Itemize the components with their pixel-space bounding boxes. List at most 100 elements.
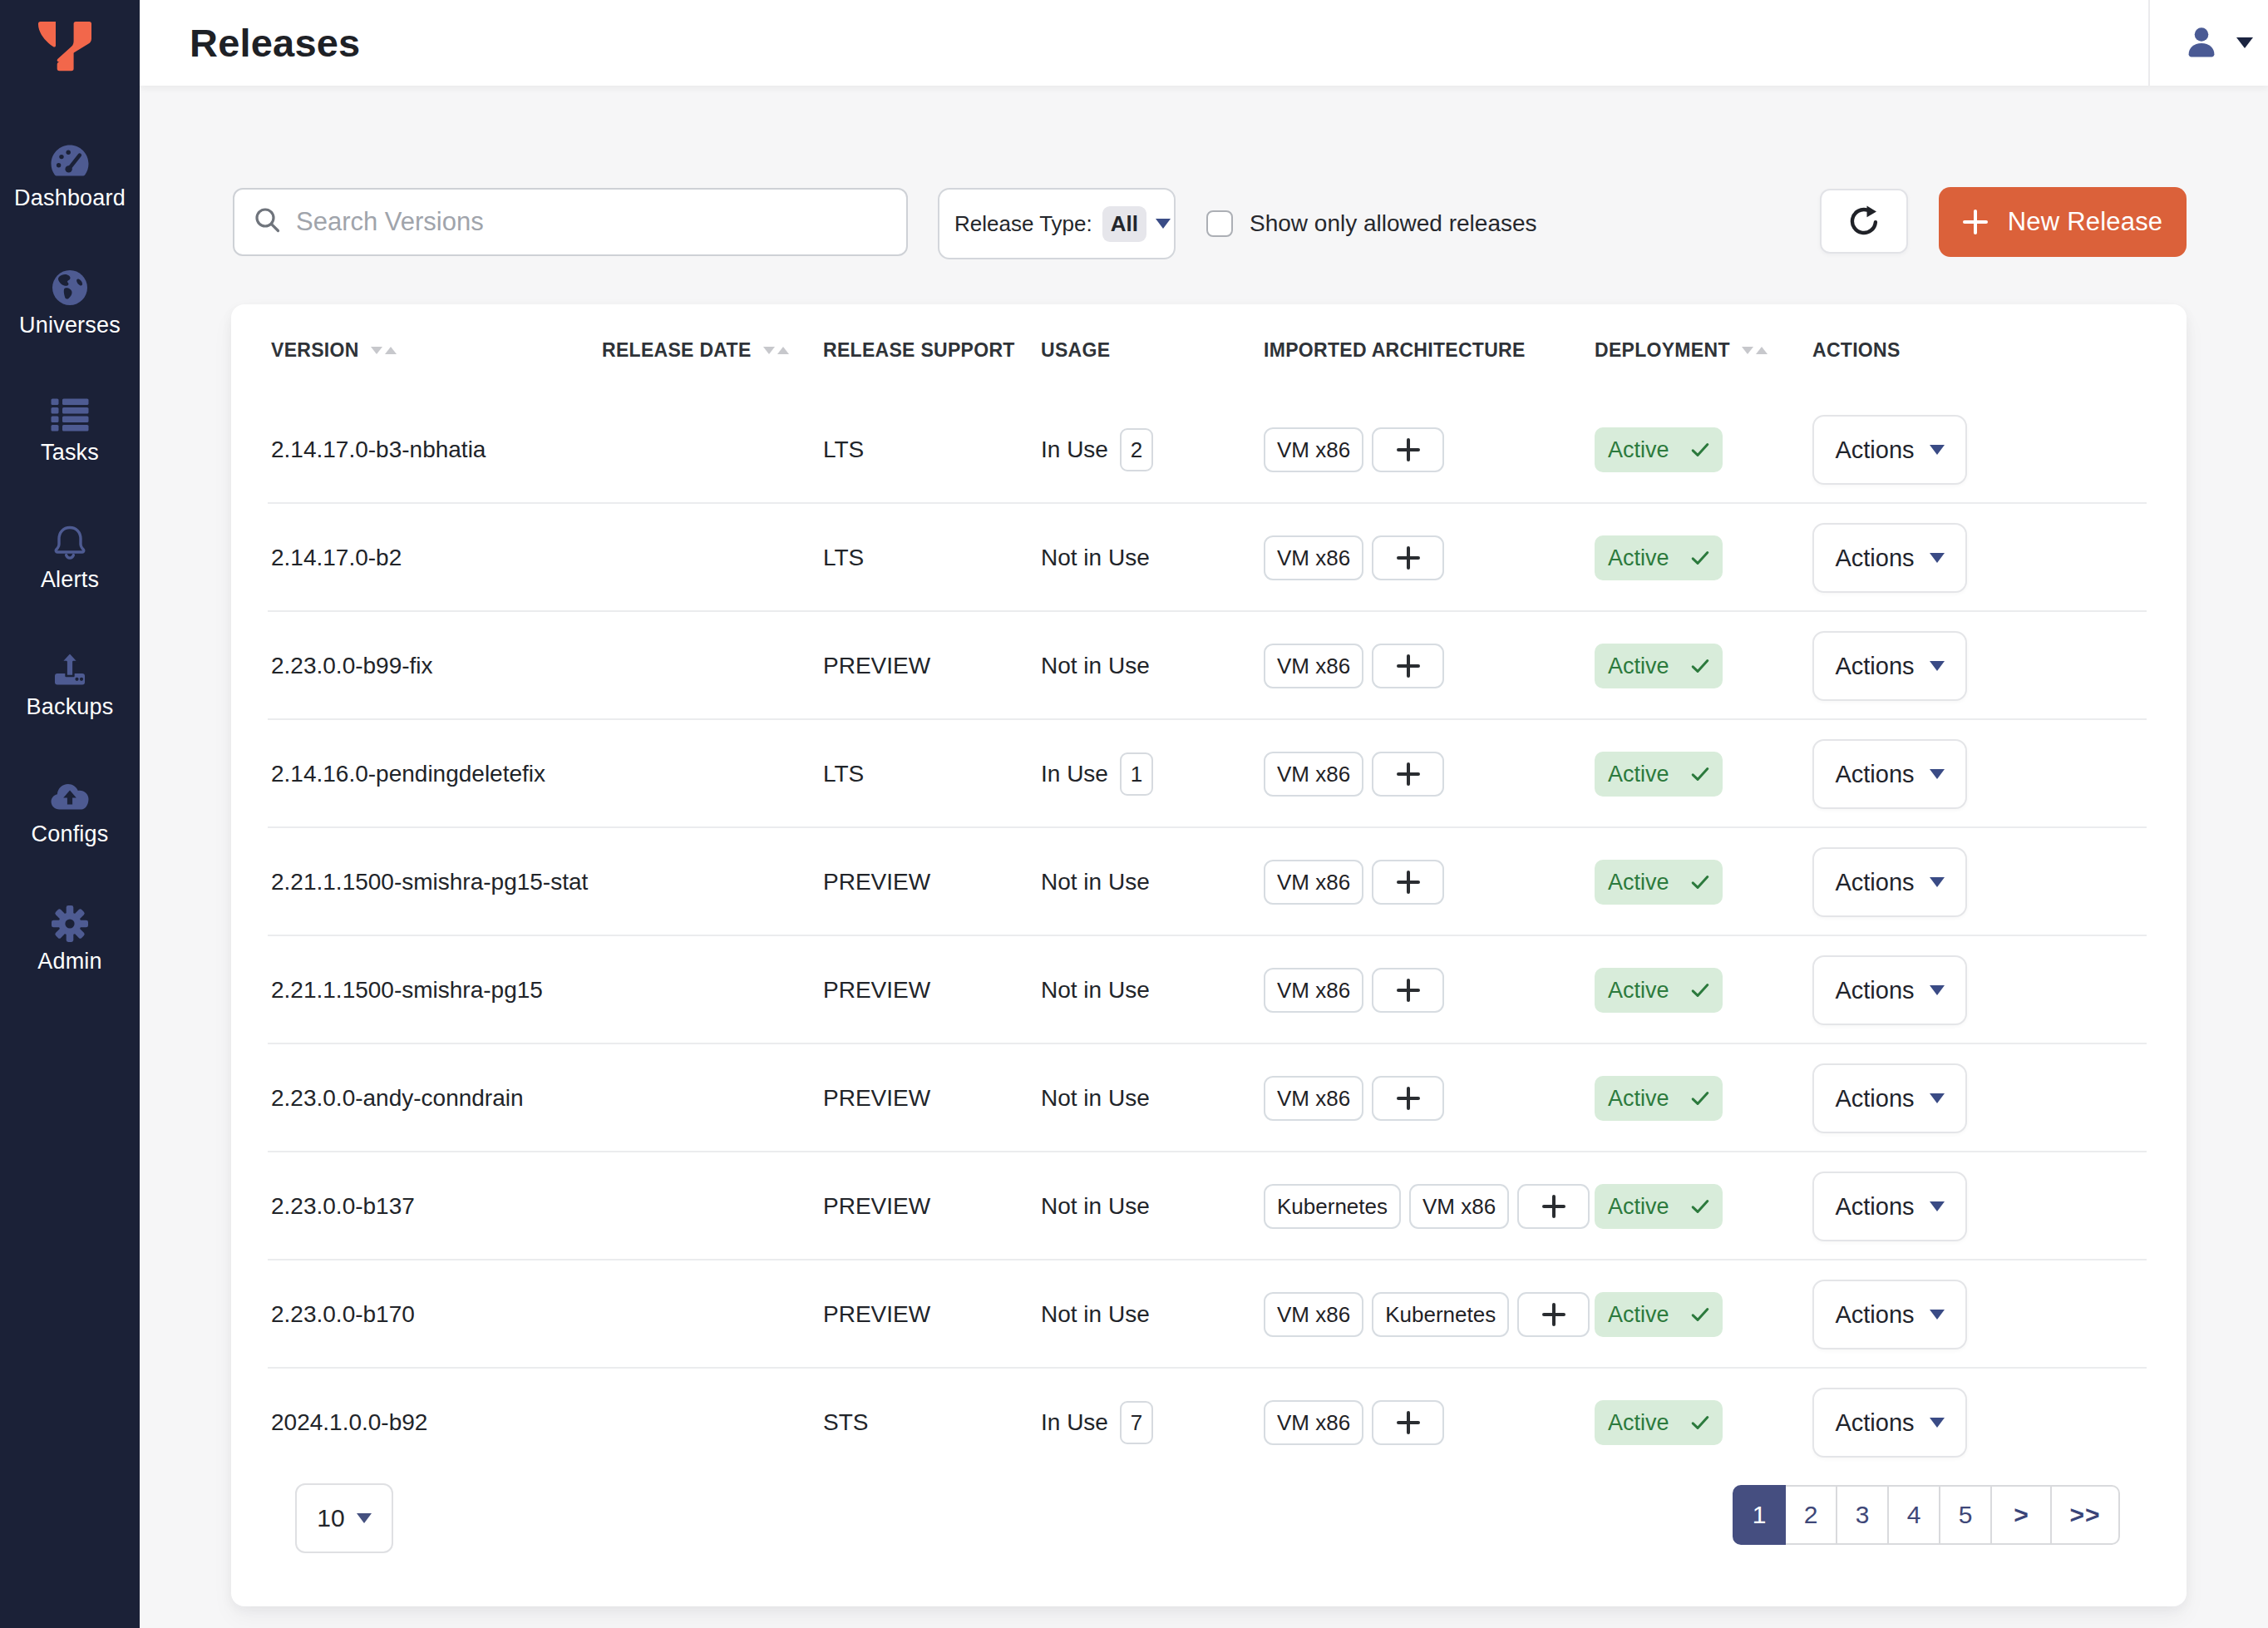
usage-cell: Not in Use (1041, 869, 1264, 895)
usage-label: Not in Use (1041, 1301, 1150, 1328)
release-support-cell: PREVIEW (823, 977, 930, 1003)
column-header-deployment[interactable]: DEPLOYMENT (1595, 339, 1812, 362)
add-architecture-button[interactable] (1372, 752, 1444, 797)
sidebar-item-dashboard[interactable]: Dashboard (0, 112, 140, 239)
deployment-status-badge: Active (1595, 1292, 1723, 1337)
admin-gear-icon (50, 904, 90, 944)
usage-label: Not in Use (1041, 977, 1150, 1004)
sidebar-item-admin[interactable]: Admin (0, 876, 140, 1003)
deployment-status-badge: Active (1595, 860, 1723, 905)
sidebar-item-tasks[interactable]: Tasks (0, 367, 140, 494)
column-header-release-date[interactable]: RELEASE DATE (602, 339, 823, 362)
pagination-page-4[interactable]: 4 (1887, 1485, 1940, 1545)
usage-count-badge[interactable]: 1 (1120, 752, 1153, 796)
actions-caret-icon (1930, 985, 1945, 995)
sort-icons[interactable] (763, 347, 789, 354)
table-row: 2.14.17.0-b3-nbhatiaLTSIn Use2VM x86Acti… (231, 396, 2187, 504)
actions-dropdown-button[interactable]: Actions (1812, 1172, 1967, 1241)
architecture-chip[interactable]: VM x86 (1264, 535, 1363, 580)
actions-caret-icon (1930, 877, 1945, 887)
add-architecture-button[interactable] (1372, 1076, 1444, 1121)
sidebar-item-configs[interactable]: Configs (0, 748, 140, 876)
actions-dropdown-button[interactable]: Actions (1812, 1280, 1967, 1349)
pagination-next-button[interactable]: > (1990, 1485, 2052, 1545)
version-cell: 2.23.0.0-b99-fix (271, 653, 433, 678)
pagination-page-2[interactable]: 2 (1784, 1485, 1837, 1545)
actions-dropdown-button[interactable]: Actions (1812, 955, 1967, 1025)
usage-cell: Not in Use (1041, 1085, 1264, 1112)
check-icon (1680, 659, 1709, 673)
plus-icon (1397, 979, 1420, 1002)
actions-dropdown-button[interactable]: Actions (1812, 847, 1967, 917)
add-architecture-button[interactable] (1372, 535, 1444, 580)
pagination-page-1[interactable]: 1 (1733, 1485, 1786, 1545)
releases-table-card: VERSION RELEASE DATE RELEASE SUPPORT USA… (231, 304, 2187, 1606)
actions-dropdown-button[interactable]: Actions (1812, 523, 1967, 593)
release-support-cell: LTS (823, 761, 864, 787)
new-release-button[interactable]: New Release (1939, 187, 2187, 257)
actions-dropdown-button[interactable]: Actions (1812, 415, 1967, 485)
architecture-chip[interactable]: Kubernetes (1264, 1184, 1401, 1229)
actions-label: Actions (1835, 437, 1914, 464)
architecture-chip[interactable]: VM x86 (1264, 1076, 1363, 1121)
architecture-chip[interactable]: VM x86 (1264, 427, 1363, 472)
sidebar-item-label: Tasks (41, 440, 99, 466)
add-architecture-button[interactable] (1372, 644, 1444, 688)
pagination-last-button[interactable]: >> (2050, 1485, 2120, 1545)
imported-architecture-cell: VM x86 (1264, 644, 1595, 688)
actions-dropdown-button[interactable]: Actions (1812, 631, 1967, 701)
add-architecture-button[interactable] (1372, 968, 1444, 1013)
actions-dropdown-button[interactable]: Actions (1812, 1388, 1967, 1458)
imported-architecture-cell: VM x86 (1264, 535, 1595, 580)
imported-architecture-cell: VM x86 (1264, 968, 1595, 1013)
sort-icons[interactable] (371, 347, 397, 354)
pagination-page-5[interactable]: 5 (1939, 1485, 1992, 1545)
add-architecture-button[interactable] (1517, 1184, 1590, 1229)
page-size-select[interactable]: 10 (295, 1483, 393, 1553)
usage-count-badge[interactable]: 2 (1120, 428, 1153, 471)
check-icon (1680, 1307, 1709, 1322)
architecture-chip[interactable]: VM x86 (1264, 860, 1363, 905)
architecture-chip[interactable]: Kubernetes (1372, 1292, 1509, 1337)
deployment-status-badge: Active (1595, 1184, 1723, 1229)
actions-dropdown-button[interactable]: Actions (1812, 739, 1967, 809)
add-architecture-button[interactable] (1517, 1292, 1590, 1337)
architecture-chip[interactable]: VM x86 (1264, 1292, 1363, 1337)
user-menu[interactable] (2150, 25, 2268, 62)
architecture-chip[interactable]: VM x86 (1264, 644, 1363, 688)
pagination-page-3[interactable]: 3 (1836, 1485, 1889, 1545)
architecture-chip[interactable]: VM x86 (1264, 968, 1363, 1013)
add-architecture-button[interactable] (1372, 427, 1444, 472)
deployment-status-label: Active (1608, 1410, 1669, 1436)
sidebar-item-universes[interactable]: Universes (0, 239, 140, 367)
plus-icon (1397, 546, 1420, 570)
user-avatar-icon (2185, 25, 2218, 62)
sidebar-item-alerts[interactable]: Alerts (0, 494, 140, 621)
yugabyte-logo-icon[interactable] (38, 22, 91, 72)
search-input[interactable] (296, 207, 878, 237)
architecture-chip[interactable]: VM x86 (1264, 1400, 1363, 1445)
actions-dropdown-button[interactable]: Actions (1812, 1063, 1967, 1133)
release-type-filter[interactable]: Release Type: All (938, 188, 1176, 259)
column-header-version[interactable]: VERSION (231, 339, 602, 362)
usage-label: In Use (1041, 1409, 1108, 1436)
actions-caret-icon (1930, 1201, 1945, 1211)
architecture-chip[interactable]: VM x86 (1409, 1184, 1509, 1229)
architecture-chip[interactable]: VM x86 (1264, 752, 1363, 797)
page-size-value: 10 (317, 1504, 344, 1532)
usage-count-badge[interactable]: 7 (1120, 1401, 1153, 1444)
check-icon (1680, 983, 1709, 998)
deployment-status-badge: Active (1595, 644, 1723, 688)
sidebar-item-backups[interactable]: Backups (0, 621, 140, 748)
refresh-button[interactable] (1820, 189, 1908, 254)
column-header-label: ACTIONS (1812, 339, 1901, 362)
show-only-allowed-checkbox[interactable] (1206, 210, 1233, 237)
add-architecture-button[interactable] (1372, 860, 1444, 905)
version-cell: 2.23.0.0-b137 (271, 1193, 415, 1219)
usage-label: In Use (1041, 761, 1108, 787)
sort-icons[interactable] (1742, 347, 1768, 354)
add-architecture-button[interactable] (1372, 1400, 1444, 1445)
column-header-label: VERSION (271, 339, 359, 362)
check-icon (1680, 442, 1709, 457)
imported-architecture-cell: VM x86Kubernetes (1264, 1292, 1595, 1337)
